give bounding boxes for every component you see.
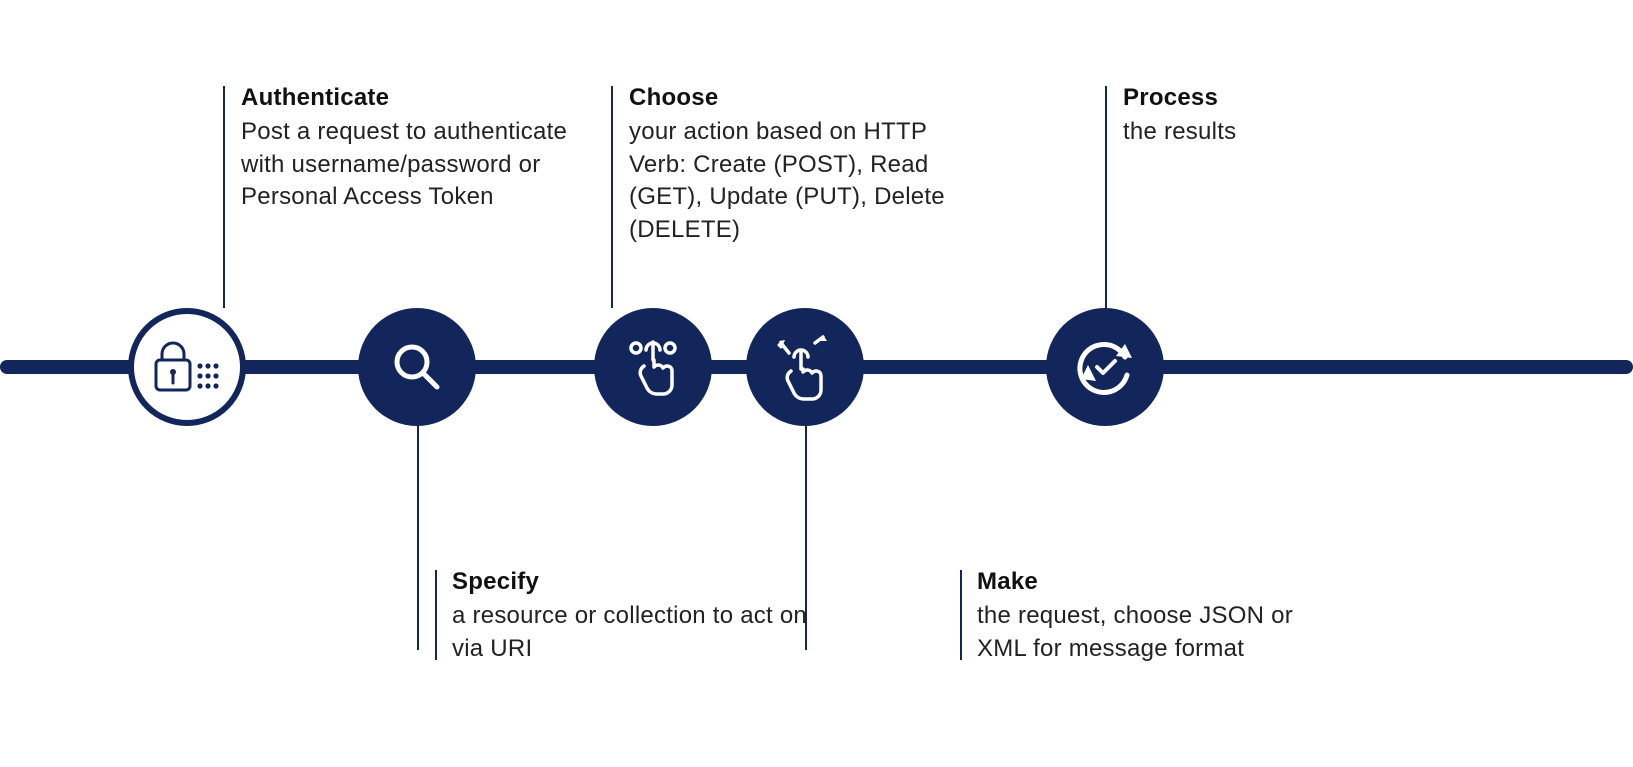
label-separator-step-4: [960, 570, 962, 660]
process-timeline-diagram: Authenticate Post a request to authentic…: [0, 0, 1633, 767]
swipe-gesture-icon: [769, 331, 841, 403]
label-step-2: Specify a resource or collection to act …: [452, 566, 812, 665]
connector-step-4: [805, 426, 807, 650]
label-title-step-3: Choose: [629, 82, 989, 114]
label-step-3: Choose your action based on HTTP Verb: C…: [629, 82, 989, 246]
label-separator-step-5: [1105, 86, 1107, 146]
step-node-1: [128, 308, 246, 426]
label-step-5: Process the results: [1123, 82, 1236, 149]
label-desc-step-3: your action based on HTTP Verb: Create (…: [629, 116, 989, 246]
step-node-5: [1046, 308, 1164, 426]
tap-select-icon: [618, 332, 688, 402]
label-step-4: Make the request, choose JSON or XML for…: [977, 566, 1337, 665]
label-desc-step-1: Post a request to authenticate with user…: [241, 116, 601, 213]
label-step-1: Authenticate Post a request to authentic…: [241, 82, 601, 214]
label-separator-step-3: [611, 86, 613, 236]
connector-step-2: [417, 426, 419, 650]
step-node-3: [594, 308, 712, 426]
search-icon: [387, 337, 447, 397]
label-title-step-2: Specify: [452, 566, 812, 598]
label-desc-step-4: the request, choose JSON or XML for mess…: [977, 600, 1337, 665]
step-node-4: [746, 308, 864, 426]
lock-keypad-icon: [148, 336, 226, 398]
label-title-step-5: Process: [1123, 82, 1236, 114]
step-node-2: [358, 308, 476, 426]
label-title-step-1: Authenticate: [241, 82, 601, 114]
label-desc-step-5: the results: [1123, 116, 1236, 148]
label-title-step-4: Make: [977, 566, 1337, 598]
label-desc-step-2: a resource or collection to act on via U…: [452, 600, 812, 665]
refresh-check-icon: [1070, 332, 1140, 402]
label-separator-step-1: [223, 86, 225, 236]
label-separator-step-2: [435, 570, 437, 660]
